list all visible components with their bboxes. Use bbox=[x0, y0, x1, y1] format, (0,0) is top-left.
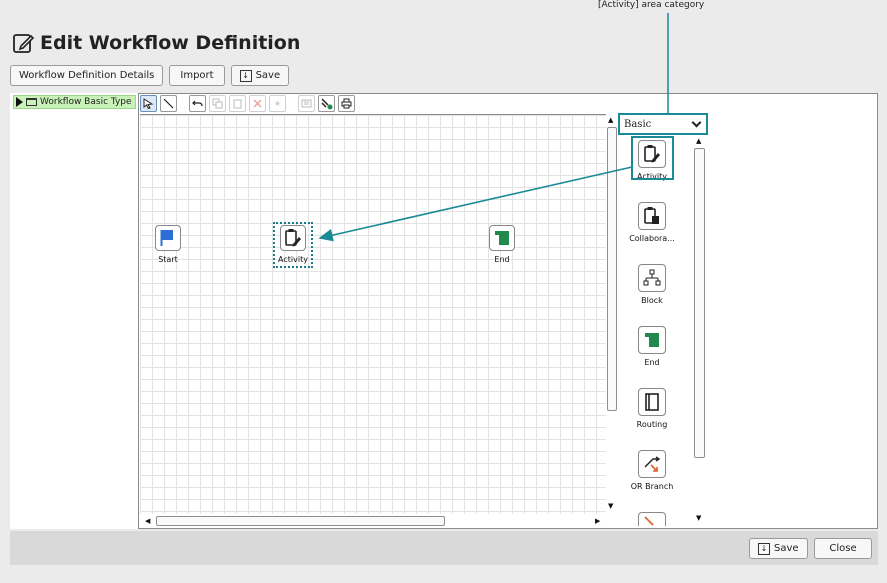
save-label-bottom: Save bbox=[774, 543, 799, 554]
delete-icon bbox=[253, 99, 262, 108]
activity-node-label: Activity bbox=[278, 255, 308, 264]
palette-label-or-branch: OR Branch bbox=[630, 482, 674, 491]
properties-button[interactable] bbox=[298, 95, 315, 112]
start-flag-icon bbox=[155, 225, 181, 251]
undo-button[interactable] bbox=[189, 95, 206, 112]
undo-icon bbox=[192, 100, 203, 107]
folder-icon bbox=[26, 98, 37, 106]
print-button[interactable] bbox=[338, 95, 355, 112]
copy-icon bbox=[212, 98, 223, 109]
top-toolbar: Workflow Definition Details Import ↓ Sav… bbox=[10, 65, 290, 86]
edit-toolbar: ★ bbox=[140, 94, 355, 113]
and-branch-icon bbox=[638, 512, 666, 526]
palette-category-select[interactable]: Basic bbox=[618, 113, 708, 135]
bottom-bar: ↓ Save Close bbox=[10, 531, 878, 565]
delete-button[interactable] bbox=[249, 95, 266, 112]
tree-node-label: Workflow Basic Type bbox=[40, 97, 132, 107]
workflow-canvas[interactable]: Start Activity End bbox=[140, 114, 606, 514]
line-tool-button[interactable] bbox=[160, 95, 177, 112]
scroll-right-icon[interactable]: ▶ bbox=[595, 517, 600, 525]
save-button-top[interactable]: ↓ Save bbox=[230, 65, 290, 86]
palette-vertical-scrollbar[interactable]: ▲ ▼ bbox=[694, 136, 706, 528]
palette-item-block[interactable]: Block bbox=[627, 264, 677, 305]
start-node[interactable]: Start bbox=[148, 225, 188, 264]
star-icon: ★ bbox=[273, 99, 282, 108]
end-node-label: End bbox=[494, 255, 510, 264]
palette-label-collaboration: Collabora... bbox=[629, 234, 675, 243]
annotation-label: [Activity] area category bbox=[598, 0, 705, 10]
collaboration-clipboard-icon bbox=[638, 202, 666, 230]
canvas-hscroll-thumb[interactable] bbox=[156, 516, 445, 526]
close-label: Close bbox=[829, 543, 857, 554]
workflow-details-label: Workflow Definition Details bbox=[19, 70, 155, 81]
activity-highlight bbox=[631, 136, 674, 180]
palette-label-block: Block bbox=[641, 296, 663, 305]
palette-item-collaboration[interactable]: Collabora... bbox=[627, 202, 677, 243]
palette-item-routing[interactable]: Routing bbox=[627, 388, 677, 429]
workflow-details-button[interactable]: Workflow Definition Details bbox=[10, 65, 164, 86]
save-icon: ↓ bbox=[758, 542, 770, 555]
activity-node[interactable]: Activity bbox=[273, 225, 313, 264]
palette-scroll-down-icon[interactable]: ▼ bbox=[696, 514, 701, 522]
pointer-icon bbox=[143, 98, 154, 109]
palette-item-end[interactable]: End bbox=[627, 326, 677, 367]
scroll-up-icon[interactable]: ▲ bbox=[608, 116, 613, 124]
palette-label-routing: Routing bbox=[636, 420, 668, 429]
chevron-down-icon bbox=[691, 117, 702, 127]
end-icon bbox=[638, 326, 666, 354]
canvas-horizontal-scrollbar[interactable]: ◀ ▶ bbox=[140, 514, 606, 528]
edit-icon bbox=[13, 34, 34, 53]
save-button-bottom[interactable]: ↓ Save bbox=[749, 538, 808, 559]
canvas-vertical-scrollbar[interactable]: ▲ ▼ bbox=[606, 114, 618, 514]
paste-icon bbox=[233, 99, 242, 109]
palette-category-value: Basic bbox=[624, 118, 652, 130]
line-icon bbox=[163, 98, 174, 109]
or-branch-icon bbox=[638, 450, 666, 478]
tree-panel: Workflow Basic Type bbox=[10, 93, 139, 529]
end-icon bbox=[489, 225, 515, 251]
tree-node-workflow[interactable]: Workflow Basic Type bbox=[13, 95, 136, 109]
paste-button[interactable] bbox=[229, 95, 246, 112]
properties-icon bbox=[301, 99, 312, 108]
scroll-down-icon[interactable]: ▼ bbox=[608, 502, 613, 510]
activity-clipboard-icon bbox=[280, 225, 306, 251]
palette-scroll-up-icon[interactable]: ▲ bbox=[696, 137, 701, 145]
import-button[interactable]: Import bbox=[169, 65, 225, 86]
save-icon: ↓ bbox=[239, 69, 252, 82]
star-button[interactable]: ★ bbox=[269, 95, 286, 112]
scroll-left-icon[interactable]: ◀ bbox=[145, 517, 150, 525]
page-header: Edit Workflow Definition bbox=[12, 29, 300, 57]
end-node[interactable]: End bbox=[482, 225, 522, 264]
expand-arrow-icon[interactable] bbox=[16, 97, 23, 107]
close-button[interactable]: Close bbox=[814, 538, 872, 559]
import-label: Import bbox=[180, 70, 214, 81]
copy-button[interactable] bbox=[209, 95, 226, 112]
check-button[interactable] bbox=[318, 95, 335, 112]
page-title: Edit Workflow Definition bbox=[40, 32, 301, 54]
palette-item-partial[interactable] bbox=[627, 512, 677, 526]
start-node-label: Start bbox=[158, 255, 178, 264]
block-tree-icon bbox=[638, 264, 666, 292]
palette-vscroll-thumb[interactable] bbox=[694, 148, 705, 458]
print-icon bbox=[341, 98, 352, 109]
routing-book-icon bbox=[638, 388, 666, 416]
check-flow-icon bbox=[320, 97, 332, 109]
palette-label-end: End bbox=[644, 358, 660, 367]
palette-item-or-branch[interactable]: OR Branch bbox=[627, 450, 677, 491]
canvas-vscroll-thumb[interactable] bbox=[607, 127, 617, 411]
select-tool-button[interactable] bbox=[140, 95, 157, 112]
save-label-top: Save bbox=[255, 70, 281, 81]
